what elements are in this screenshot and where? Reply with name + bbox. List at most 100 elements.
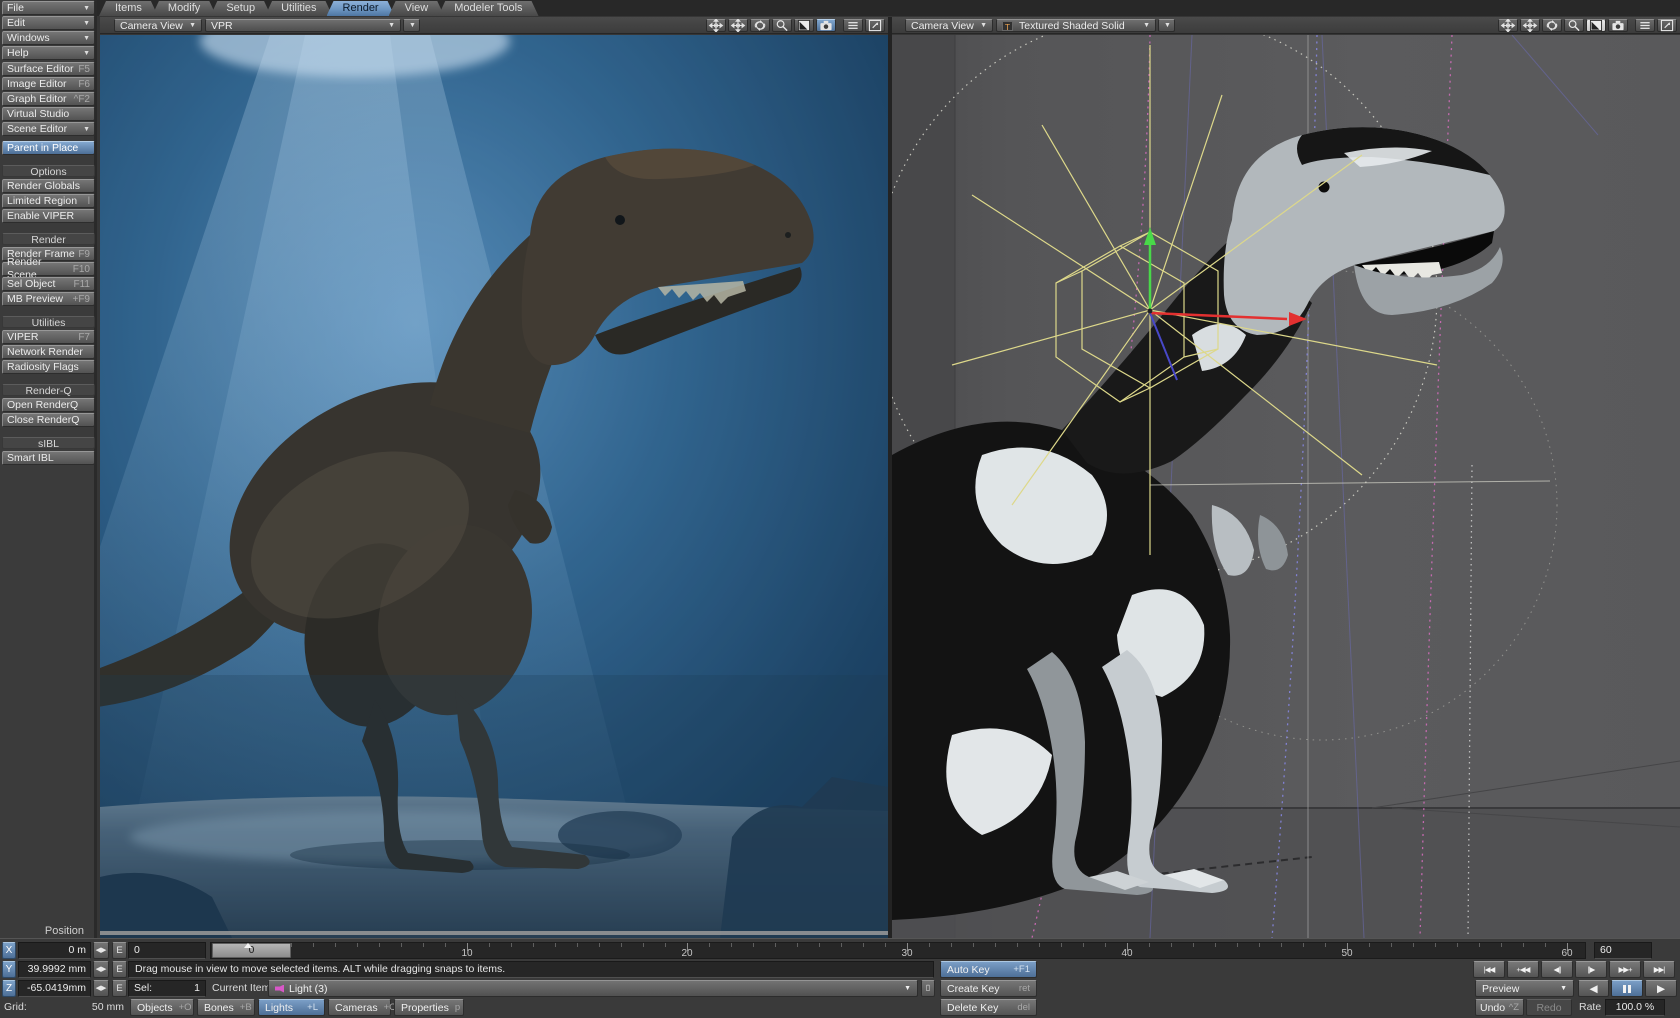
right-render-mode-dropdown[interactable]: T Textured Shaded Solid▼ xyxy=(996,19,1156,32)
virtual-studio-button[interactable]: Virtual Studio xyxy=(2,107,95,121)
end-frame-field[interactable]: 60 xyxy=(1594,942,1652,959)
item-list-button[interactable]: ▯ xyxy=(921,980,935,997)
y-position-field[interactable]: 39.9992 mm xyxy=(18,961,91,978)
rotate-icon[interactable] xyxy=(750,19,770,32)
open-renderq-button[interactable]: Open RenderQ xyxy=(2,398,95,412)
delete-key-button[interactable]: Delete Keydel xyxy=(940,999,1037,1016)
undo-button[interactable]: Undo^Z xyxy=(1475,999,1524,1016)
auto-key-button[interactable]: Auto Key+F1 xyxy=(940,961,1037,978)
z-envelope-button[interactable]: E xyxy=(112,980,127,997)
play-reverse-button[interactable]: ◀ xyxy=(1578,980,1609,997)
render-scene-button[interactable]: Render SceneF10 xyxy=(2,262,95,276)
camera-icon[interactable] xyxy=(1608,19,1628,32)
viewport-menu-icon[interactable] xyxy=(1635,19,1655,32)
pause-button[interactable] xyxy=(1611,980,1643,997)
menu-edit[interactable]: Edit▼ xyxy=(2,16,95,30)
viewport-menu-icon[interactable] xyxy=(843,19,863,32)
go-to-start-button[interactable]: |◀◀ xyxy=(1473,961,1505,978)
cameras-mode-button[interactable]: Cameras+C xyxy=(328,999,391,1016)
step-back-button[interactable]: ◀|| xyxy=(1541,961,1573,978)
tab-modify[interactable]: Modify xyxy=(152,1,216,16)
left-viewport-options-dropdown[interactable]: ▼ xyxy=(403,19,420,32)
menu-help[interactable]: Help▼ xyxy=(2,46,95,60)
play-forward-button[interactable]: ▶ xyxy=(1645,980,1677,997)
maximize-viewport-icon[interactable] xyxy=(1657,19,1677,32)
z-axis-button[interactable]: Z xyxy=(2,980,16,997)
bones-mode-button[interactable]: Bones+B xyxy=(197,999,255,1016)
z-nudge-button[interactable]: ◀▶ xyxy=(93,980,109,997)
viper-button[interactable]: VIPERF7 xyxy=(2,330,95,344)
y-nudge-button[interactable]: ◀▶ xyxy=(93,961,109,978)
go-to-end-button[interactable]: ▶▶| xyxy=(1643,961,1675,978)
next-keyframe-button[interactable]: ▶▶+ xyxy=(1609,961,1641,978)
fit-view-icon[interactable] xyxy=(794,19,814,32)
timeline-ruler[interactable]: 0 10 20 30 40 50 60 0 xyxy=(210,942,1586,959)
x-axis-button[interactable]: X xyxy=(2,942,16,959)
camera-icon[interactable] xyxy=(816,19,836,32)
properties-button[interactable]: Propertiesp xyxy=(394,999,464,1016)
network-render-button[interactable]: Network Render xyxy=(2,345,95,359)
current-item-dropdown[interactable]: Light (3) ▼ xyxy=(268,980,918,997)
z-position-field[interactable]: -65.0419mm xyxy=(18,980,91,997)
scene-editor-button[interactable]: Scene Editor▼ xyxy=(2,122,95,136)
radiosity-flags-button[interactable]: Radiosity Flags xyxy=(2,360,95,374)
tab-modeler-tools[interactable]: Modeler Tools xyxy=(438,1,538,16)
fit-view-icon[interactable] xyxy=(1586,19,1606,32)
lights-mode-button[interactable]: Lights+L xyxy=(258,999,325,1016)
section-sibl: sIBL xyxy=(2,437,95,449)
left-view-type-dropdown[interactable]: Camera View▼ xyxy=(114,19,202,32)
chevron-down-icon: ▼ xyxy=(1560,985,1567,992)
enable-viper-button[interactable]: Enable VIPER xyxy=(2,209,95,223)
rate-field[interactable]: 100.0 % xyxy=(1605,999,1665,1016)
tab-view[interactable]: View xyxy=(389,1,445,16)
previous-keyframe-button[interactable]: +◀◀ xyxy=(1507,961,1539,978)
redo-button[interactable]: Redo xyxy=(1526,999,1572,1016)
chevron-down-icon: ▼ xyxy=(904,985,911,992)
smart-ibl-button[interactable]: Smart IBL xyxy=(2,451,95,465)
move-icon[interactable] xyxy=(728,19,748,32)
light-icon xyxy=(275,985,284,993)
section-render: Render xyxy=(2,233,95,245)
main-tab-bar: Items Modify Setup Utilities Render View… xyxy=(97,0,1680,16)
maximize-viewport-icon[interactable] xyxy=(865,19,885,32)
render-globals-button[interactable]: Render Globals xyxy=(2,179,95,193)
rate-label: Rate xyxy=(1579,999,1601,1016)
tab-items[interactable]: Items xyxy=(99,1,158,16)
tab-setup[interactable]: Setup xyxy=(210,1,271,16)
x-position-field[interactable]: 0 m xyxy=(18,942,91,959)
create-key-button[interactable]: Create Keyret xyxy=(940,980,1037,997)
preview-dropdown[interactable]: Preview▼ xyxy=(1475,980,1574,997)
close-renderq-button[interactable]: Close RenderQ xyxy=(2,413,95,427)
right-view-type-dropdown[interactable]: Camera View▼ xyxy=(905,19,993,32)
selection-count-field[interactable]: Sel:1 xyxy=(128,980,206,997)
sel-object-button[interactable]: Sel ObjectF11 xyxy=(2,277,95,291)
parent-in-place-button[interactable]: Parent in Place xyxy=(2,141,95,155)
limited-region-button[interactable]: Limited Regionl xyxy=(2,194,95,208)
left-render-mode-dropdown[interactable]: VPR▼ xyxy=(205,19,401,32)
pan-icon[interactable] xyxy=(706,19,726,32)
tab-render[interactable]: Render xyxy=(327,1,395,16)
current-frame-field[interactable]: 0 xyxy=(128,942,206,959)
image-editor-button[interactable]: Image EditorF6 xyxy=(2,77,95,91)
playback-step-controls: |◀◀ +◀◀ ◀|| ||▶ ▶▶+ ▶▶| xyxy=(1473,961,1675,978)
menu-windows[interactable]: Windows▼ xyxy=(2,31,95,45)
zoom-icon[interactable] xyxy=(772,19,792,32)
right-viewport-options-dropdown[interactable]: ▼ xyxy=(1158,19,1175,32)
menu-file[interactable]: File▼ xyxy=(2,1,95,15)
mb-preview-button[interactable]: MB Preview+F9 xyxy=(2,292,95,306)
x-nudge-button[interactable]: ◀▶ xyxy=(93,942,109,959)
step-forward-button[interactable]: ||▶ xyxy=(1575,961,1607,978)
pan-icon[interactable] xyxy=(1498,19,1518,32)
zoom-icon[interactable] xyxy=(1564,19,1584,32)
vpr-render-viewport[interactable] xyxy=(100,35,888,938)
graph-editor-button[interactable]: Graph Editor^F2 xyxy=(2,92,95,106)
y-envelope-button[interactable]: E xyxy=(112,961,127,978)
x-envelope-button[interactable]: E xyxy=(112,942,127,959)
y-axis-button[interactable]: Y xyxy=(2,961,16,978)
move-icon[interactable] xyxy=(1520,19,1540,32)
objects-mode-button[interactable]: Objects+O xyxy=(130,999,194,1016)
opengl-shaded-viewport[interactable] xyxy=(892,35,1680,938)
rotate-icon[interactable] xyxy=(1542,19,1562,32)
tab-utilities[interactable]: Utilities xyxy=(265,1,332,16)
surface-editor-button[interactable]: Surface EditorF5 xyxy=(2,62,95,76)
